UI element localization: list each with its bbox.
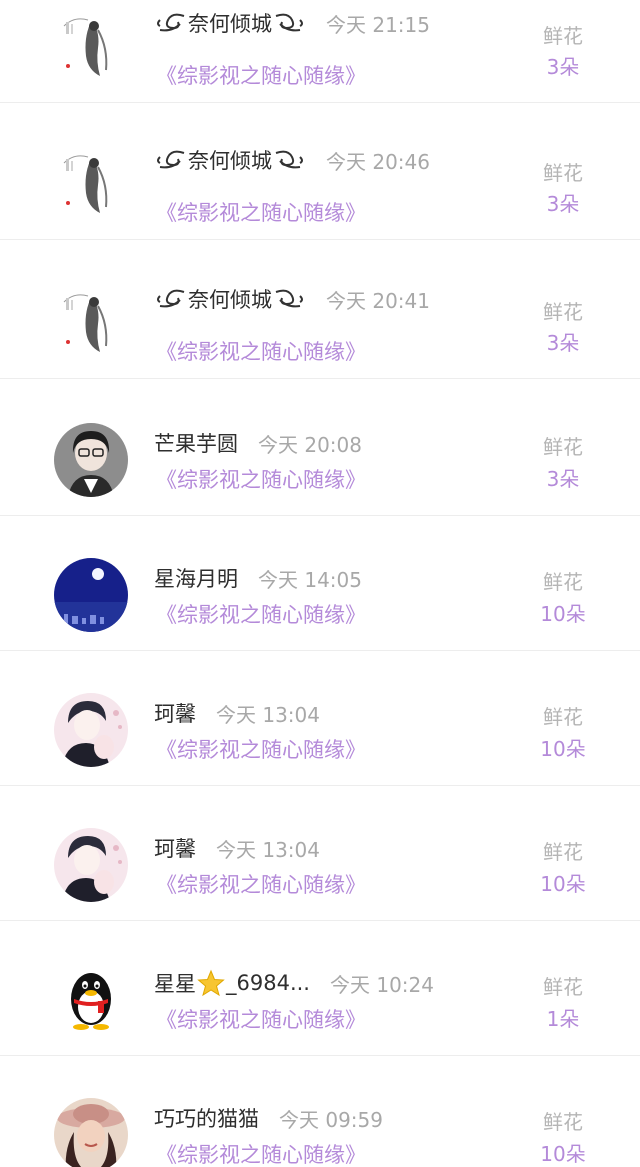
divider bbox=[0, 239, 640, 240]
gift-type-label: 鲜花 bbox=[543, 705, 583, 729]
avatar[interactable] bbox=[54, 693, 128, 767]
book-title-link[interactable]: 《综影视之随心随缘》 bbox=[156, 1004, 366, 1034]
gift-count: 10朵 bbox=[540, 602, 586, 626]
gift-type-label: 鲜花 bbox=[543, 975, 583, 999]
list-item[interactable]: 奈何倾城 今天 21:15 《综影视之随心随缘》 鲜花 3朵 bbox=[0, 0, 640, 103]
book-title-link[interactable]: 《综影视之随心随缘》 bbox=[156, 60, 366, 90]
flourish-icon bbox=[154, 286, 188, 312]
gift-type-label: 鲜花 bbox=[543, 435, 583, 459]
gift-type-label: 鲜花 bbox=[543, 24, 583, 48]
user-name-suffix: _6984... bbox=[226, 971, 310, 995]
flourish-icon bbox=[154, 147, 188, 173]
user-name[interactable]: 奈何倾城 bbox=[188, 284, 272, 314]
book-title-link[interactable]: 《综影视之随心随缘》 bbox=[156, 599, 366, 629]
user-name[interactable]: 星海月明 bbox=[154, 563, 238, 593]
moon-sea-night-avatar bbox=[54, 558, 128, 632]
gift-type-label: 鲜花 bbox=[543, 161, 583, 185]
list-item[interactable]: 芒果芋圆 今天 20:08 《综影视之随心随缘》 鲜花 3朵 bbox=[0, 381, 640, 516]
list-item[interactable]: 奈何倾城 今天 20:46 《综影视之随心随缘》 鲜花 3朵 bbox=[0, 105, 640, 240]
list-item[interactable]: 巧巧的猫猫 今天 09:59 《综影视之随心随缘》 鲜花 10朵 bbox=[0, 1056, 640, 1167]
anime-couple-avatar bbox=[54, 828, 128, 902]
avatar[interactable] bbox=[54, 1098, 128, 1167]
timestamp: 今天 20:46 bbox=[326, 149, 430, 174]
book-title-link[interactable]: 《综影视之随心随缘》 bbox=[156, 336, 366, 366]
gift-count: 10朵 bbox=[540, 737, 586, 761]
ink-painting-lady-avatar bbox=[54, 145, 128, 219]
list-item[interactable]: 珂馨 今天 13:04 《综影视之随心随缘》 鲜花 10朵 bbox=[0, 786, 640, 921]
star-icon bbox=[196, 969, 226, 997]
user-name[interactable]: 珂馨 bbox=[154, 833, 196, 863]
avatar[interactable] bbox=[54, 963, 128, 1037]
timestamp: 今天 13:04 bbox=[216, 702, 320, 727]
ink-painting-lady-avatar bbox=[54, 284, 128, 358]
book-title-link[interactable]: 《综影视之随心随缘》 bbox=[156, 197, 366, 227]
woman-with-hat-avatar bbox=[54, 1098, 128, 1167]
name-line: 珂馨 今天 13:04 bbox=[154, 696, 320, 730]
gift-count: 3朵 bbox=[546, 192, 580, 216]
name-line: 芒果芋圆 今天 20:08 bbox=[154, 426, 362, 460]
anime-couple-avatar bbox=[54, 693, 128, 767]
girl-with-glasses-avatar bbox=[54, 423, 128, 497]
divider bbox=[0, 102, 640, 103]
avatar[interactable] bbox=[54, 284, 128, 358]
gift-type-label: 鲜花 bbox=[543, 570, 583, 594]
gift-type-label: 鲜花 bbox=[543, 300, 583, 324]
name-line: 巧巧的猫猫 今天 09:59 bbox=[154, 1101, 383, 1135]
gift-count: 3朵 bbox=[546, 467, 580, 491]
user-name-prefix: 星星 bbox=[154, 972, 196, 996]
list-item[interactable]: 星海月明 今天 14:05 《综影视之随心随缘》 鲜花 10朵 bbox=[0, 516, 640, 651]
gift-count: 3朵 bbox=[546, 331, 580, 355]
avatar[interactable] bbox=[54, 423, 128, 497]
gift-count: 10朵 bbox=[540, 1142, 586, 1166]
timestamp: 今天 20:08 bbox=[258, 432, 362, 457]
gift-count: 1朵 bbox=[546, 1007, 580, 1031]
timestamp: 今天 13:04 bbox=[216, 837, 320, 862]
list-item[interactable]: 奈何倾城 今天 20:41 《综影视之随心随缘》 鲜花 3朵 bbox=[0, 244, 640, 379]
book-title-link[interactable]: 《综影视之随心随缘》 bbox=[156, 464, 366, 494]
avatar[interactable] bbox=[54, 828, 128, 902]
flourish-icon bbox=[154, 10, 188, 36]
list-item[interactable]: 星星 _6984... 今天 10:24 《综影视之随心随缘》 鲜花 1朵 bbox=[0, 921, 640, 1056]
user-name[interactable]: 奈何倾城 bbox=[188, 8, 272, 38]
gift-type-label: 鲜花 bbox=[543, 840, 583, 864]
flourish-icon bbox=[272, 10, 306, 36]
avatar[interactable] bbox=[54, 558, 128, 632]
name-line: 奈何倾城 今天 20:41 bbox=[154, 282, 430, 316]
user-name[interactable]: 奈何倾城 bbox=[188, 145, 272, 175]
flourish-icon bbox=[272, 286, 306, 312]
name-line: 奈何倾城 今天 21:15 bbox=[154, 6, 430, 40]
book-title-link[interactable]: 《综影视之随心随缘》 bbox=[156, 1139, 366, 1167]
book-title-link[interactable]: 《综影视之随心随缘》 bbox=[156, 869, 366, 899]
user-name[interactable]: 星星 _6984... bbox=[154, 968, 310, 998]
ink-painting-lady-avatar bbox=[54, 8, 128, 82]
qq-penguin-avatar bbox=[54, 963, 128, 1037]
timestamp: 今天 14:05 bbox=[258, 567, 362, 592]
timestamp: 今天 21:15 bbox=[326, 12, 430, 37]
divider bbox=[0, 378, 640, 379]
name-line: 星星 _6984... 今天 10:24 bbox=[154, 966, 434, 1000]
name-line: 珂馨 今天 13:04 bbox=[154, 831, 320, 865]
user-name[interactable]: 巧巧的猫猫 bbox=[154, 1103, 259, 1133]
gift-count: 10朵 bbox=[540, 872, 586, 896]
gift-count: 3朵 bbox=[546, 55, 580, 79]
name-line: 星海月明 今天 14:05 bbox=[154, 561, 362, 595]
timestamp: 今天 09:59 bbox=[279, 1107, 383, 1132]
name-line: 奈何倾城 今天 20:46 bbox=[154, 143, 430, 177]
avatar[interactable] bbox=[54, 145, 128, 219]
gift-records-list: 奈何倾城 今天 21:15 《综影视之随心随缘》 鲜花 3朵 奈何倾城 今天 2… bbox=[0, 0, 640, 1167]
gift-type-label: 鲜花 bbox=[543, 1110, 583, 1134]
user-name[interactable]: 珂馨 bbox=[154, 698, 196, 728]
list-item[interactable]: 珂馨 今天 13:04 《综影视之随心随缘》 鲜花 10朵 bbox=[0, 651, 640, 786]
timestamp: 今天 20:41 bbox=[326, 288, 430, 313]
avatar[interactable] bbox=[54, 8, 128, 82]
timestamp: 今天 10:24 bbox=[329, 972, 434, 997]
user-name[interactable]: 芒果芋圆 bbox=[154, 428, 238, 458]
book-title-link[interactable]: 《综影视之随心随缘》 bbox=[156, 734, 366, 764]
flourish-icon bbox=[272, 147, 306, 173]
